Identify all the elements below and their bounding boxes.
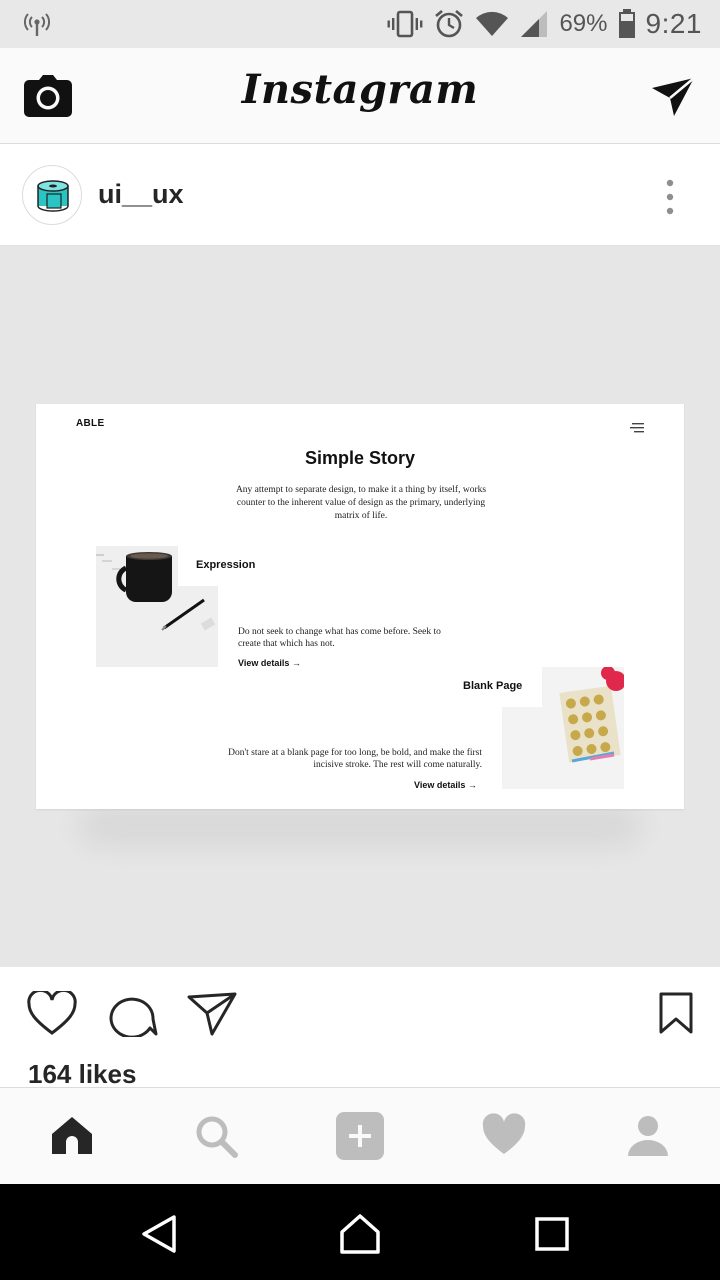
avatar[interactable]	[22, 165, 82, 225]
mockup-brand: ABLE	[76, 418, 105, 429]
section-heading-blank-page: Blank Page	[463, 680, 523, 692]
search-icon[interactable]	[192, 1112, 240, 1160]
post-image[interactable]: ABLE Simple Story Any attempt to separat…	[0, 246, 720, 967]
home-button-icon[interactable]	[338, 1212, 382, 1256]
battery-percent: 69%	[559, 10, 608, 37]
bookmark-icon[interactable]	[658, 991, 694, 1035]
wifi-icon	[475, 10, 509, 38]
hamburger-menu-icon	[630, 420, 644, 433]
post-actions: 164 likes	[0, 967, 720, 1090]
share-icon[interactable]	[186, 991, 238, 1037]
section-text-expression: Do not seek to change what has come befo…	[238, 627, 441, 649]
cellular-signal-icon	[519, 10, 549, 38]
view-details-link-blank-page: View details →	[414, 780, 477, 790]
app-header: Instagram	[0, 48, 720, 144]
back-icon[interactable]	[138, 1212, 182, 1256]
vibrate-icon	[387, 9, 423, 39]
status-time: 9:21	[645, 8, 702, 39]
post-username[interactable]: ui__ux	[98, 179, 184, 210]
post-header: ui__ux	[0, 145, 720, 246]
bottom-navigation	[0, 1087, 720, 1184]
comment-icon[interactable]	[106, 991, 158, 1039]
section-heading-expression: Expression	[196, 559, 256, 571]
mockup-intro: Any attempt to separate design, to make …	[235, 485, 487, 521]
website-mockup: ABLE Simple Story Any attempt to separat…	[36, 404, 684, 809]
section-text-blank-page: Don't stare at a blank page for too long…	[228, 748, 482, 770]
instagram-logo: Instagram	[241, 66, 479, 113]
direct-message-icon[interactable]	[650, 76, 696, 118]
status-bar: 69% 9:21	[0, 0, 720, 48]
system-navigation-bar	[0, 1184, 720, 1280]
more-vertical-icon[interactable]	[658, 177, 682, 217]
profile-icon[interactable]	[624, 1112, 672, 1160]
heart-icon[interactable]	[26, 988, 78, 1037]
add-post-icon[interactable]	[336, 1112, 384, 1160]
mockup-title: Simple Story	[304, 448, 416, 468]
activity-icon[interactable]	[480, 1112, 528, 1160]
home-icon[interactable]	[48, 1112, 96, 1160]
battery-icon	[618, 9, 636, 39]
like-count[interactable]: 164 likes	[28, 1059, 136, 1090]
alarm-icon	[433, 8, 465, 40]
hotspot-icon	[24, 10, 50, 38]
mockup-shadow	[78, 806, 642, 846]
view-details-link-expression: View details →	[238, 658, 301, 668]
recents-icon[interactable]	[530, 1212, 574, 1256]
toilet-paper-icon	[37, 180, 69, 212]
